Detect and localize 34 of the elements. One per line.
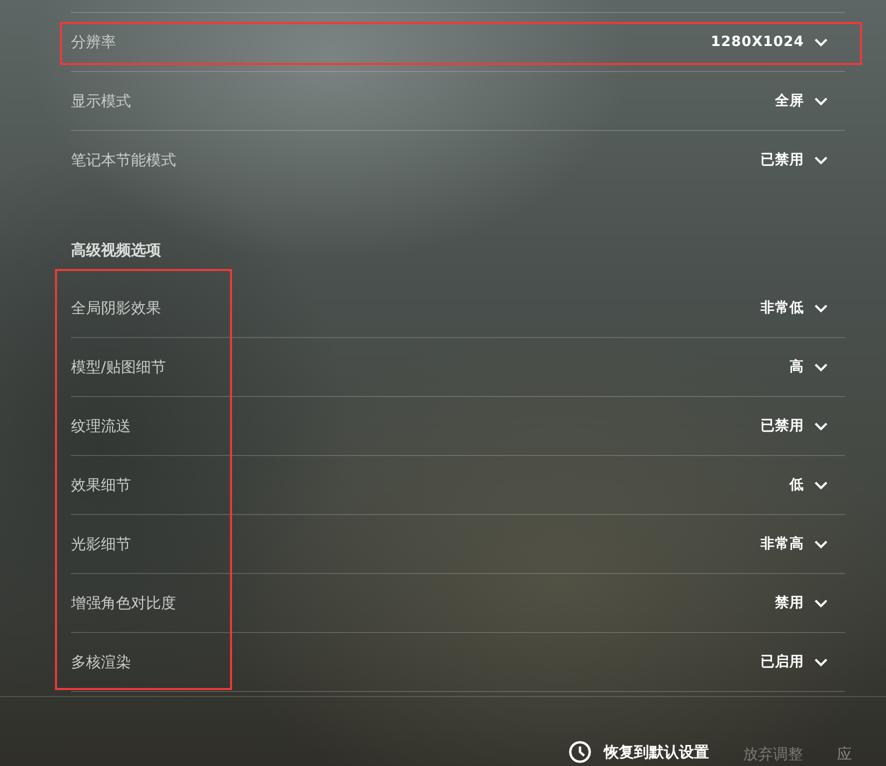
chevron-down-icon [814,598,828,608]
chevron-down-icon [814,540,828,548]
chevron-down-icon [814,96,828,106]
chevron-down-icon [814,38,828,46]
chevron-down-icon [814,658,828,666]
setting-dropdown[interactable]: 已禁用 [760,417,845,435]
setting-label: 模型/贴图细节 [71,358,166,376]
setting-label: 多核渲染 [71,652,131,672]
setting-dropdown[interactable]: 高 [790,358,845,376]
setting-dropdown[interactable]: 低 [790,476,845,494]
history-icon [568,740,592,764]
chevron-down-icon [814,480,828,490]
setting-label: 光影细节 [71,534,131,554]
apply-button[interactable]: 应 [837,745,852,764]
chevron-down-icon [814,362,828,372]
setting-dropdown[interactable]: 全屏 [775,92,845,110]
setting-label: 全局阴影效果 [71,298,161,318]
setting-label: 笔记本节能模式 [71,150,176,170]
setting-label: 分辨率 [71,32,116,52]
setting-dropdown[interactable]: 非常高 [760,535,845,553]
chevron-down-icon [814,304,828,312]
section-heading: 高级视频选项 [71,241,162,261]
setting-dropdown[interactable]: 已禁用 [760,151,845,169]
setting-label: 纹理流送 [71,416,131,436]
setting-label: 显示模式 [71,92,131,110]
setting-label: 效果细节 [71,476,131,494]
restore-defaults-button[interactable]: 恢复到默认设置 [568,740,709,764]
chevron-down-icon [814,156,828,164]
setting-dropdown[interactable]: 禁用 [775,594,845,612]
setting-dropdown[interactable]: 1280X1024 [710,34,845,50]
chevron-down-icon [814,422,828,430]
setting-label: 增强角色对比度 [71,594,176,612]
setting-dropdown[interactable]: 已启用 [760,653,845,671]
setting-dropdown[interactable]: 非常低 [760,299,845,317]
